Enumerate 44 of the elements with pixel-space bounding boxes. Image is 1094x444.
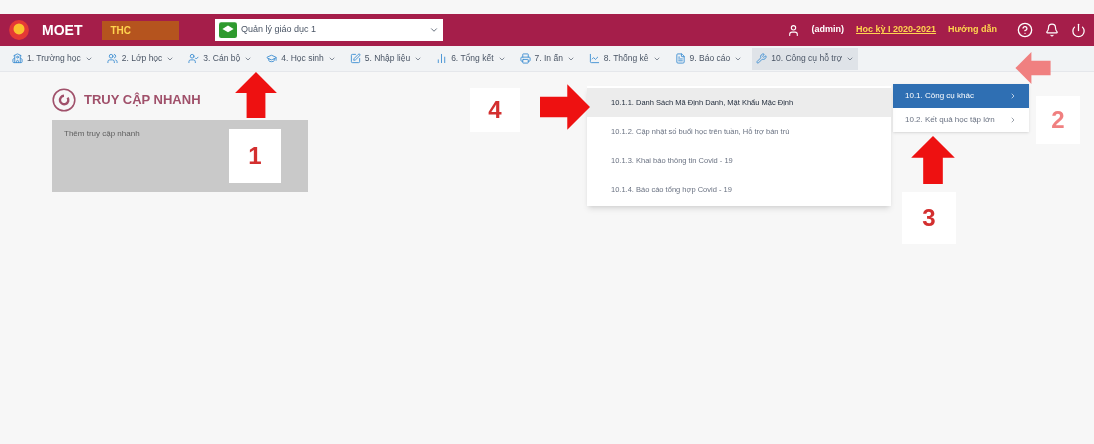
term-link[interactable]: Học kỳ I 2020-2021 (856, 23, 937, 37)
menu-icon (519, 53, 531, 64)
nav-menu[interactable]: 8. Thống kê (584, 47, 665, 70)
annotation-number: 4 (470, 88, 520, 132)
school-name: THC (102, 20, 179, 40)
nav-menu[interactable]: 6. Tổng kết (432, 47, 510, 70)
cap-icon (219, 22, 237, 38)
nav-menu[interactable]: 4. Học sinh (262, 47, 340, 70)
help-icon[interactable] (1017, 22, 1033, 38)
emblem-icon (8, 19, 30, 41)
menu-icon (188, 53, 200, 64)
nav-menu[interactable]: 1. Trường học (8, 47, 97, 70)
logo-text: MOET (42, 21, 83, 40)
annotation-number: 3 (902, 192, 956, 244)
menu-icon (106, 53, 118, 64)
menu-icon (756, 53, 768, 64)
menu-icon (674, 53, 686, 64)
nav-menu[interactable]: 7. In ấn (515, 47, 579, 70)
menu-icon (266, 53, 278, 64)
power-icon[interactable] (1071, 22, 1086, 38)
nav-menu[interactable]: 5. Nhập liệu (345, 47, 427, 70)
submenu-item[interactable]: 10.1. Công cụ khác (893, 84, 1029, 108)
menu-icon (436, 53, 448, 64)
nav-menu[interactable]: 3. Cán bộ (184, 47, 257, 70)
submenu-item[interactable]: 10.2. Kết quả học tập lớn (893, 108, 1029, 132)
nav-menu[interactable]: 2. Lớp học (102, 47, 179, 70)
annotation-number: 1 (229, 129, 281, 183)
annotation-number: 2 (1036, 96, 1080, 144)
section-title: TRUY CẬP NHANH (84, 91, 201, 110)
chevron-icon (1009, 92, 1017, 100)
arrow-icon (540, 84, 590, 130)
nav-menu[interactable]: 9. Báo cáo (670, 47, 747, 70)
refresh-icon (52, 88, 76, 112)
unit-select[interactable]: Quản lý giáo dục 1 (215, 19, 443, 41)
caret-icon (429, 25, 439, 35)
user-name: (admin) (811, 23, 844, 37)
chevron-icon (1009, 116, 1017, 124)
bell-icon[interactable] (1045, 23, 1059, 37)
menu-icon (349, 53, 361, 64)
menu-icon (588, 53, 600, 64)
help-link[interactable]: Hướng dẫn (948, 23, 997, 37)
menu-icon (12, 53, 23, 64)
nav-menu[interactable]: 10. Công cụ hỗ trợ (752, 47, 859, 70)
user-icon (786, 23, 800, 37)
